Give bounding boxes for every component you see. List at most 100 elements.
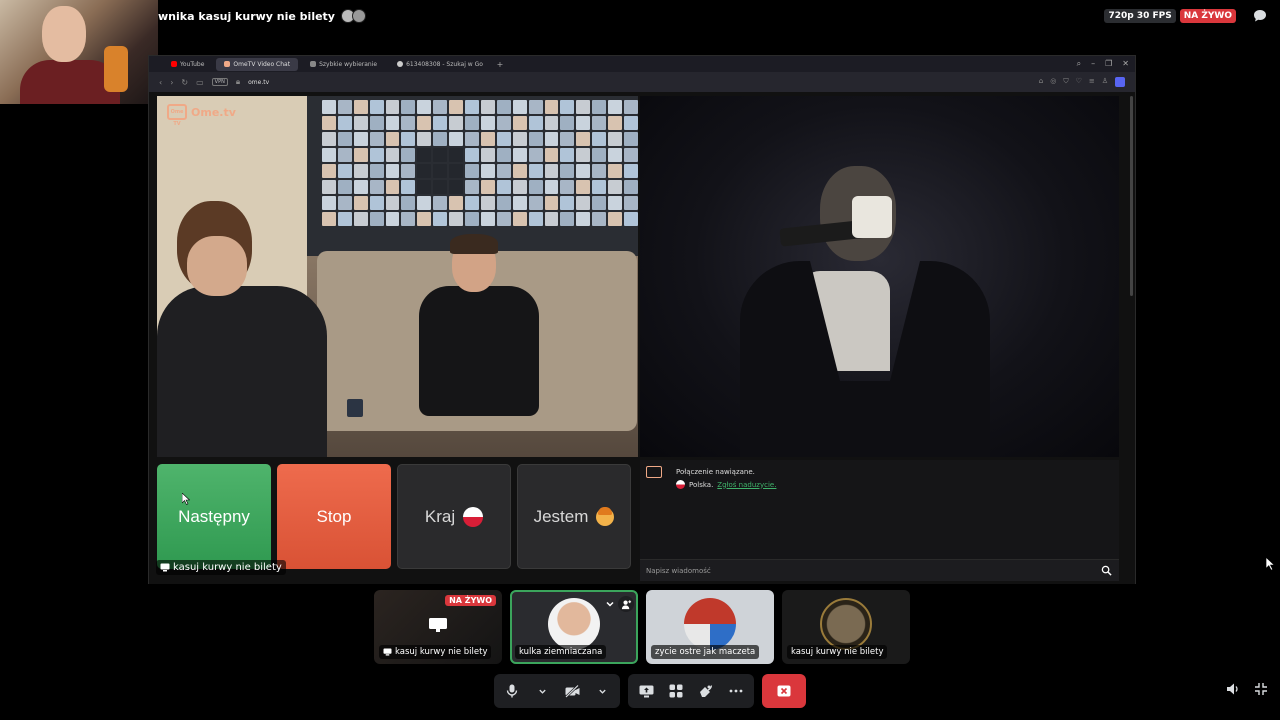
- camera-icon[interactable]: ◎: [1050, 77, 1056, 87]
- zoom-icon[interactable]: [1099, 564, 1113, 578]
- volume-icon[interactable]: [1226, 682, 1240, 696]
- screen-share-icon: [383, 648, 392, 656]
- soundboard-icon[interactable]: [696, 681, 716, 701]
- participant-name: zycie ostre jak maczeta: [655, 647, 756, 657]
- tab-speed-dial[interactable]: Szybkie wybieranie: [302, 58, 385, 71]
- page-scrollbar[interactable]: [1130, 96, 1133, 296]
- video-scene-car-model: [465, 116, 479, 130]
- home-icon[interactable]: ⌂: [1039, 77, 1043, 87]
- close-icon[interactable]: ✕: [1122, 59, 1129, 69]
- url-field[interactable]: ome.tv: [248, 79, 269, 86]
- chat-message-input[interactable]: Napisz wiadomość: [640, 559, 1119, 581]
- tab-google-search[interactable]: 613408308 - Szukaj w Go: [389, 58, 491, 71]
- video-scene-car-model: [433, 116, 448, 130]
- video-scene-car-model: [592, 164, 607, 178]
- participant-tile-selected[interactable]: kulka ziemniaczana: [510, 590, 638, 664]
- video-scene-car-model: [496, 180, 511, 194]
- video-scene-car-model: [433, 196, 448, 210]
- camera-off-icon[interactable]: [562, 681, 582, 701]
- video-scene-car-model: [528, 148, 543, 162]
- participant-name: kasuj kurwy nie bilety: [395, 647, 488, 657]
- participant-tile-stream[interactable]: NA ŻYWO kasuj kurwy nie bilety: [374, 590, 502, 664]
- video-scene-car-model: [560, 132, 575, 146]
- video-scene-car-model: [465, 212, 479, 226]
- chevron-down-icon[interactable]: [605, 599, 615, 609]
- exit-fullscreen-icon[interactable]: [1254, 682, 1268, 696]
- video-scene-car-model: [560, 100, 575, 114]
- minimize-icon[interactable]: –: [1091, 59, 1095, 69]
- video-scene-car-model: [417, 116, 432, 130]
- forward-icon[interactable]: ›: [170, 78, 173, 87]
- video-scene-car-model: [401, 148, 416, 162]
- vpn-badge[interactable]: VPN: [211, 78, 228, 86]
- gender-button[interactable]: Jestem: [517, 464, 631, 569]
- stream-title-text: wnika kasuj kurwy nie bilety: [158, 9, 335, 23]
- more-options-icon[interactable]: [726, 681, 746, 701]
- video-scene-car-model: [480, 212, 495, 226]
- leave-call-button[interactable]: [762, 674, 806, 708]
- participant-tile[interactable]: zycie ostre jak maczeta: [646, 590, 774, 664]
- video-scene-car-model: [608, 196, 623, 210]
- new-tab-icon[interactable]: +: [495, 60, 505, 69]
- participant-label: kasuj kurwy nie bilety: [787, 645, 888, 659]
- chat-bubble-icon[interactable]: [1252, 8, 1268, 24]
- tabs-icon[interactable]: ▭: [196, 78, 204, 87]
- video-scene-car-model: [353, 196, 368, 210]
- video-scene-car-model: [322, 180, 336, 194]
- video-scene-car-model: [544, 212, 559, 226]
- video-scene-car-model: [608, 148, 623, 162]
- video-scene-car-model: [528, 180, 543, 194]
- video-scene-car-model: [624, 164, 638, 178]
- tab-youtube[interactable]: YouTube: [163, 58, 212, 71]
- video-scene-car-model: [337, 164, 352, 178]
- reload-icon[interactable]: ↻: [181, 78, 188, 87]
- extension-icon[interactable]: [1115, 77, 1125, 87]
- video-scene-car-model: [592, 132, 607, 146]
- menu-icon[interactable]: ≡: [1089, 77, 1095, 87]
- add-friend-icon[interactable]: [618, 596, 634, 612]
- video-scene-car-model: [465, 196, 479, 210]
- video-scene-car-model: [544, 164, 559, 178]
- video-scene-car-model: [353, 132, 368, 146]
- stop-button[interactable]: Stop: [277, 464, 391, 569]
- back-icon[interactable]: ‹: [159, 78, 162, 87]
- viewer-avatars[interactable]: [340, 9, 366, 23]
- video-scene-car-model: [592, 212, 607, 226]
- next-button[interactable]: Następny: [157, 464, 271, 569]
- video-scene-phone: [347, 399, 363, 417]
- report-abuse-link[interactable]: Zgłoś naduzycie.: [717, 481, 776, 489]
- tab-ometv[interactable]: OmeTV Video Chat: [216, 57, 299, 71]
- stop-button-label: Stop: [316, 506, 352, 526]
- maximize-icon[interactable]: ❐: [1105, 59, 1112, 69]
- video-scene-car-model: [544, 180, 559, 194]
- search-tabs-icon[interactable]: ⌕: [1077, 59, 1081, 69]
- participant-tile[interactable]: kasuj kurwy nie bilety: [782, 590, 910, 664]
- viewer-avatar: [351, 9, 366, 23]
- screen-share-icon[interactable]: [636, 681, 656, 701]
- tab-label: OmeTV Video Chat: [233, 60, 291, 68]
- activities-icon[interactable]: [666, 681, 686, 701]
- camera-options-chevron-icon[interactable]: [592, 681, 612, 701]
- profile-icon[interactable]: ♙: [1102, 77, 1108, 87]
- speed-dial-icon: [310, 61, 317, 67]
- shield-icon[interactable]: ⛉: [1063, 77, 1068, 87]
- video-scene-car-model: [401, 132, 416, 146]
- view-controls: [1226, 682, 1268, 696]
- microphone-icon[interactable]: [502, 681, 522, 701]
- video-scene-car-model: [322, 132, 336, 146]
- country-button[interactable]: Kraj: [397, 464, 511, 569]
- video-scene-car-model: [576, 212, 591, 226]
- video-scene-car-model: [369, 116, 384, 130]
- video-scene-car-model: [480, 148, 495, 162]
- video-scene-car-model: [624, 116, 638, 130]
- video-scene-car-model: [417, 100, 432, 114]
- video-scene-car-model: [624, 212, 638, 226]
- heart-icon[interactable]: ♡: [1076, 77, 1082, 87]
- microphone-options-chevron-icon[interactable]: [532, 681, 552, 701]
- ometv-icon: [224, 61, 231, 67]
- video-scene-car-model: [512, 196, 527, 210]
- screen-share-icon: [160, 563, 170, 572]
- video-scene-car-model: [465, 180, 479, 194]
- video-scene-car-model: [353, 180, 368, 194]
- video-person-body: [157, 286, 327, 457]
